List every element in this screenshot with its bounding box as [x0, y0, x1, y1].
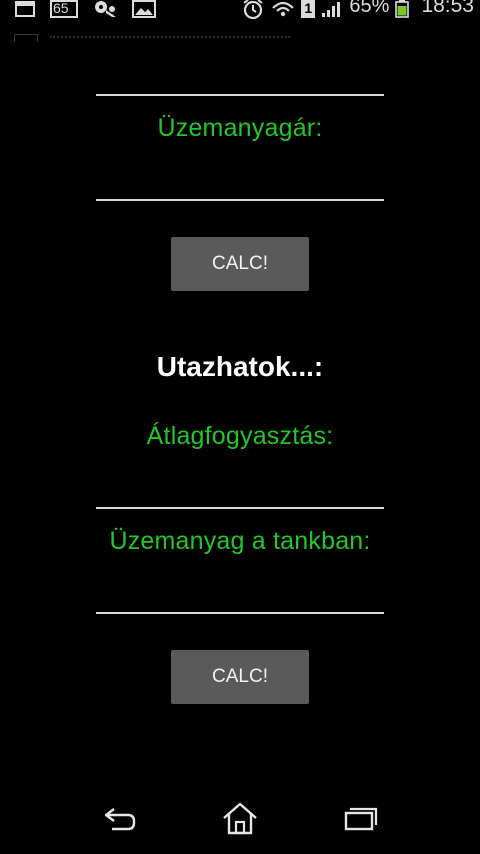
message-badge-icon: 65: [50, 0, 78, 18]
calc-button-2[interactable]: CALC!: [171, 650, 309, 704]
wifi-icon: [272, 1, 295, 17]
home-button[interactable]: [216, 798, 264, 838]
settings-bug-icon: [95, 1, 116, 17]
fuel-price-label: Üzemanyagár:: [157, 114, 323, 142]
alarm-icon: [243, 0, 264, 20]
gallery-icon: [132, 0, 156, 18]
fuel-in-tank-label: Üzemanyag a tankban:: [109, 527, 371, 555]
system-icons: 1 65% 18:53: [241, 0, 474, 22]
navigation-bar: [0, 782, 480, 854]
clock-time: 18:53: [421, 0, 474, 17]
calc-button-1[interactable]: CALC!: [171, 237, 309, 291]
previous-input-field[interactable]: [96, 94, 384, 96]
ghost-checkbox: [14, 34, 38, 42]
notification-ghost-row: [14, 28, 314, 42]
notification-icons: 65: [14, 0, 156, 22]
fuel-price-input[interactable]: [96, 199, 384, 201]
signal-icon: [322, 2, 341, 17]
status-bar: 65 1 65% 18:53: [0, 0, 480, 22]
sim-slot-number: 1: [304, 0, 313, 16]
back-button[interactable]: [96, 798, 144, 838]
section-title: Utazhatok...:: [156, 351, 324, 382]
sim-icon: 1: [301, 0, 316, 18]
recent-apps-icon: [344, 807, 378, 831]
battery-icon: [395, 0, 410, 18]
message-badge-count: 65: [53, 0, 69, 16]
ghost-text: [50, 36, 290, 42]
avg-consumption-label: Átlagfogyasztás:: [146, 422, 334, 450]
home-icon: [223, 802, 257, 835]
fuel-in-tank-input[interactable]: [96, 612, 384, 614]
avg-consumption-input[interactable]: [96, 507, 384, 509]
picture-icon: [15, 1, 35, 17]
battery-percent: 65%: [349, 0, 390, 17]
back-icon: [104, 808, 136, 831]
recent-apps-button[interactable]: [336, 798, 384, 838]
